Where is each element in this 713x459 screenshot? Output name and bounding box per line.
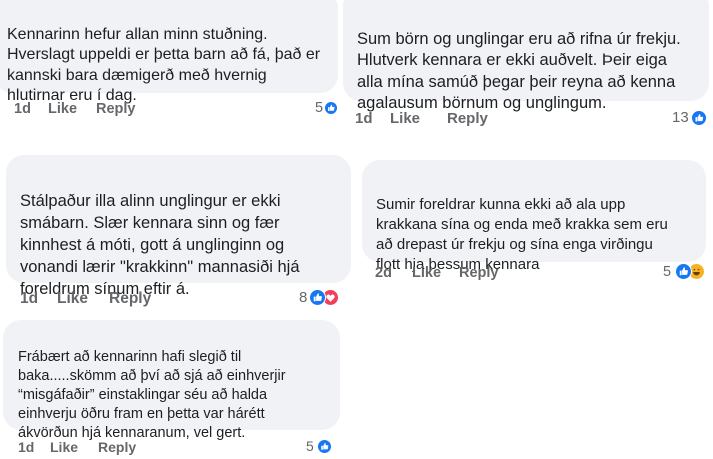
- like-icon: [675, 263, 693, 280]
- comment-actions: 1d Like Reply: [20, 290, 151, 308]
- comment-actions: 1d Like Reply: [355, 110, 488, 127]
- reaction-count: 5: [315, 100, 324, 116]
- comment-bubble: Frábært að kennarinn hafi slegið til bak…: [3, 320, 340, 441]
- comment-3: Stálpaður illa alinn unglingur er ekki s…: [0, 155, 355, 320]
- comment-actions: 1d Like Reply: [18, 439, 136, 455]
- comment-actions: 2d Like Reply: [375, 265, 499, 281]
- comment-bubble: Stálpaður illa alinn unglingur er ekki s…: [6, 155, 351, 298]
- comment-age[interactable]: 1d: [18, 439, 50, 455]
- comment-actions: 1d Like Reply: [14, 101, 136, 117]
- reply-button[interactable]: Reply: [96, 101, 136, 117]
- comment-text: Frábært að kennarinn hafi slegið til bak…: [18, 349, 286, 441]
- like-button[interactable]: Like: [412, 265, 459, 281]
- reaction-summary[interactable]: 5: [315, 100, 339, 116]
- like-button[interactable]: Like: [48, 101, 96, 117]
- comment-text: Sumir foreldrar kunna ekki að ala upp kr…: [376, 196, 668, 273]
- comment-age[interactable]: 1d: [355, 110, 390, 127]
- reply-button[interactable]: Reply: [459, 265, 499, 281]
- comment-age[interactable]: 1d: [14, 101, 48, 117]
- comment-bubble: Sumir foreldrar kunna ekki að ala upp kr…: [362, 160, 706, 273]
- comment-age[interactable]: 1d: [20, 290, 57, 308]
- comment-text: Kennarinn hefur allan minn stuðning. Hve…: [7, 25, 321, 105]
- like-icon: [309, 289, 327, 306]
- comment-bubble: Sum börn og unglingar eru að rifna úr fr…: [343, 0, 709, 112]
- comment-text: Stálpaður illa alinn unglingur er ekki s…: [20, 192, 300, 298]
- comment-bubble: Kennarinn hefur allan minn stuðning. Hve…: [0, 0, 338, 104]
- reply-button[interactable]: Reply: [447, 110, 488, 127]
- like-button[interactable]: Like: [57, 290, 109, 308]
- reaction-count: 5: [306, 438, 314, 454]
- comment-1: Kennarinn hefur allan minn stuðning. Hve…: [0, 0, 340, 135]
- comment-text: Sum börn og unglingar eru að rifna úr fr…: [357, 29, 681, 113]
- comment-2: Sum börn og unglingar eru að rifna úr fr…: [340, 0, 713, 140]
- reaction-summary[interactable]: 5: [306, 438, 332, 454]
- like-icon: [316, 438, 332, 454]
- comment-age[interactable]: 2d: [375, 265, 412, 281]
- reaction-summary[interactable]: 13: [672, 109, 707, 126]
- reply-button[interactable]: Reply: [109, 290, 151, 308]
- like-button[interactable]: Like: [50, 439, 98, 455]
- reply-button[interactable]: Reply: [98, 439, 136, 455]
- reaction-summary[interactable]: 8: [299, 289, 340, 306]
- reaction-count: 13: [672, 109, 689, 126]
- reaction-summary[interactable]: 5: [663, 263, 706, 280]
- like-icon: [324, 101, 339, 115]
- like-button[interactable]: Like: [390, 110, 447, 127]
- comment-4: Sumir foreldrar kunna ekki að ala upp kr…: [355, 155, 713, 290]
- like-icon: [690, 109, 707, 126]
- reaction-count: 5: [663, 263, 672, 280]
- comment-5: Frábært að kennarinn hafi slegið til bak…: [0, 320, 345, 459]
- reaction-count: 8: [299, 289, 308, 306]
